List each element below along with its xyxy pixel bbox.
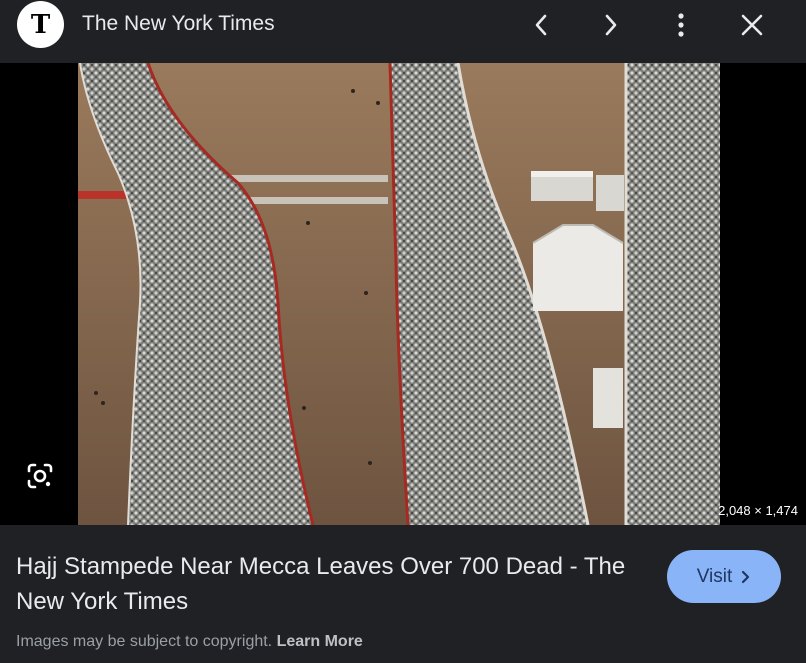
more-options-button[interactable] bbox=[663, 7, 699, 43]
learn-more-link[interactable]: Learn More bbox=[277, 633, 363, 650]
close-button[interactable] bbox=[734, 7, 770, 43]
nyt-logo-letter: T bbox=[30, 9, 51, 40]
more-vert-icon bbox=[678, 13, 684, 37]
nyt-logo[interactable]: T bbox=[17, 1, 64, 48]
chevron-right-small-icon bbox=[742, 570, 750, 583]
pilgrims-crowd-photo bbox=[78, 63, 720, 525]
copyright-notice: Images may be subject to copyright. Lear… bbox=[16, 633, 363, 651]
image-dimensions: 2,048 × 1,474 bbox=[718, 503, 798, 518]
image-viewer: 2,048 × 1,474 bbox=[0, 63, 806, 525]
main-image[interactable] bbox=[78, 63, 720, 525]
close-icon bbox=[741, 14, 763, 36]
visit-button-label: Visit bbox=[696, 565, 733, 587]
chevron-right-icon bbox=[605, 14, 617, 36]
google-lens-button[interactable] bbox=[20, 456, 60, 496]
top-bar: T The New York Times bbox=[0, 0, 806, 63]
image-title-link[interactable]: Hajj Stampede Near Mecca Leaves Over 700… bbox=[16, 549, 636, 619]
next-button[interactable] bbox=[593, 7, 629, 43]
visit-button[interactable]: Visit bbox=[667, 550, 781, 603]
copyright-text: Images may be subject to copyright. bbox=[16, 633, 273, 650]
source-title[interactable]: The New York Times bbox=[82, 12, 275, 36]
chevron-left-icon bbox=[535, 14, 547, 36]
google-lens-icon bbox=[27, 463, 53, 489]
previous-button[interactable] bbox=[523, 7, 559, 43]
